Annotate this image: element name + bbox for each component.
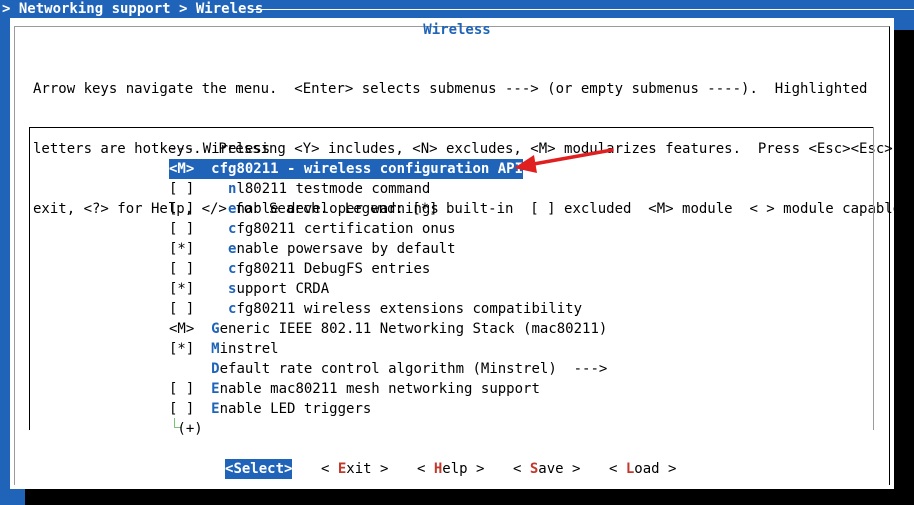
menu-header: --- Wireless [169, 141, 271, 157]
menu-item-mac80211[interactable]: <M> Generic IEEE 802.11 Networking Stack… [169, 319, 607, 339]
menu-item-debugfs[interactable]: [ ] cfg80211 DebugFS entries [169, 259, 430, 279]
menu-item-developer-warnings[interactable]: [ ] enable developer warnings [169, 199, 439, 219]
save-button[interactable]: < Save > [513, 459, 580, 479]
more-items-indicator: (+) [169, 421, 203, 437]
help-button[interactable]: < Help > [417, 459, 484, 479]
button-bar: <Select> < Exit > < Help > < Save > < Lo… [0, 459, 914, 479]
breadcrumb-divider [252, 9, 914, 10]
load-button[interactable]: < Load > [609, 459, 676, 479]
menu-item-powersave[interactable]: [*] enable powersave by default [169, 239, 456, 259]
breadcrumb: > Networking support > Wireless [2, 1, 264, 17]
menu-item-default-rate-control[interactable]: Default rate control algorithm (Minstrel… [169, 359, 607, 379]
menu-item-mesh-networking[interactable]: [ ] Enable mac80211 mesh networking supp… [169, 379, 540, 399]
dialog-title: Wireless [423, 22, 491, 38]
menu-item-nl80211-testmode[interactable]: [ ] nl80211 testmode command [169, 179, 430, 199]
help-line: Arrow keys navigate the menu. <Enter> se… [33, 81, 868, 97]
menu-item-cfg80211[interactable]: <M> cfg80211 - wireless configuration AP… [169, 159, 524, 179]
select-button[interactable]: <Select> [225, 459, 293, 479]
menu-item-led-triggers[interactable]: [ ] Enable LED triggers [169, 399, 371, 419]
menu-item-crda[interactable]: [*] support CRDA [169, 279, 329, 299]
menu-item-wext-compat[interactable]: [ ] cfg80211 wireless extensions compati… [169, 299, 582, 319]
menu-item-certification-onus[interactable]: [ ] cfg80211 certification onus [169, 219, 456, 239]
menu-item-minstrel[interactable]: [*] Minstrel [169, 339, 279, 359]
exit-button[interactable]: < Exit > [321, 459, 388, 479]
